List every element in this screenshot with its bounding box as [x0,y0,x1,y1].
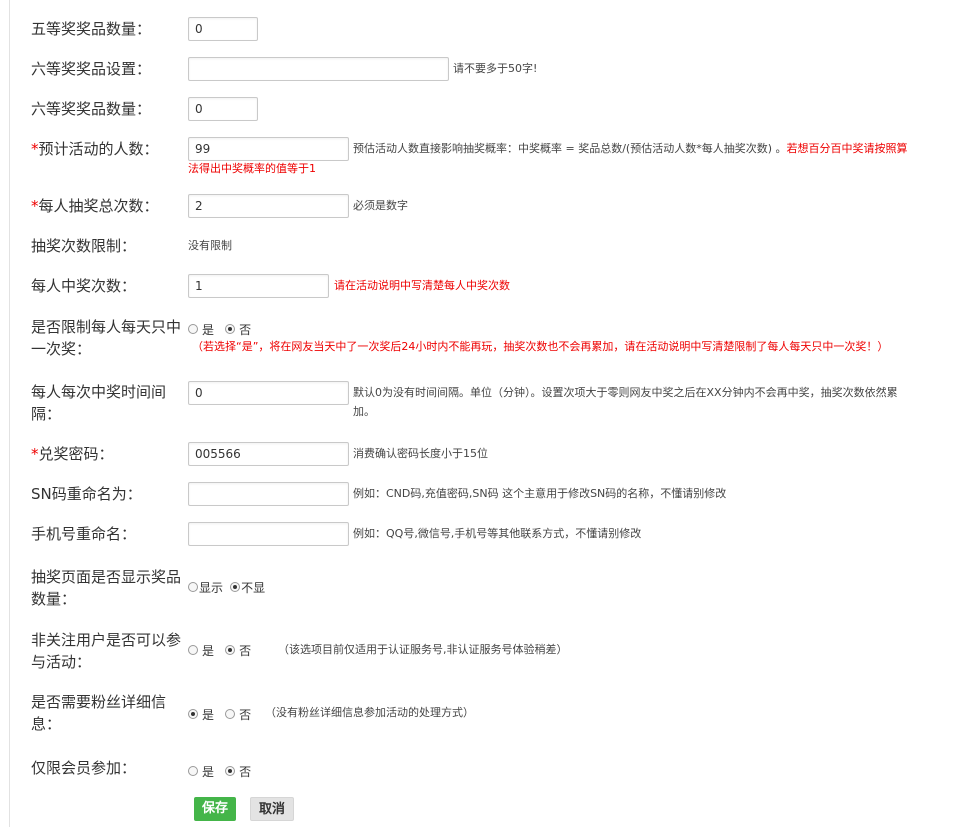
non-follower-yes-option[interactable]: 是 [188,642,214,659]
label-draws-per-person: *每人抽奖总次数： [31,195,191,217]
expected-participants-input[interactable] [188,137,349,161]
label-expected-participants: *预计活动的人数： [31,138,191,160]
sixth-prize-setting-input[interactable] [188,57,449,81]
fan-details-radio-group: 是 否 [188,704,251,723]
show-prize-qty-radio-group: 显示 不显 [188,577,265,596]
label-show-prize-qty: 抽奖页面是否显示奖品 数量： [31,566,191,610]
expected-participants-hint-text: 预估活动人数直接影响抽奖概率：中奖概率 = 奖品总数/(预估活动人数*每人抽奖次… [353,142,787,155]
label-daily-limit-line2: 一次奖： [31,340,92,358]
non-follower-hint: （该选项目前仅适用于认证服务号,非认证服务号体验稍差） [278,643,568,656]
sn-rename-input[interactable] [188,482,349,506]
daily-limit-no-label: 否 [239,322,252,337]
show-prize-qty-no-radio[interactable] [230,582,241,592]
daily-limit-yes-label: 是 [202,322,215,337]
redeem-password-input[interactable] [188,442,349,466]
non-follower-yes-radio[interactable] [188,645,198,655]
label-non-follower-line2: 与活动： [31,653,92,671]
fan-details-yes-option[interactable]: 是 [188,706,214,723]
phone-rename-hint: 例如：QQ号,微信号,手机号等其他联系方式，不懂请别修改 [353,527,642,540]
draw-limit-value: 没有限制 [188,239,232,252]
expected-participants-hint-red-2: 法得出中奖概率的值等于1 [188,162,316,175]
label-win-interval-line1: 每人每次中奖时间间 [31,383,167,401]
sn-rename-hint: 例如：CND码,充值密码,SN码 这个主意用于修改SN码的名称，不懂请别修改 [353,487,727,500]
members-only-yes-label: 是 [202,764,215,779]
fan-details-no-radio[interactable] [225,709,236,719]
draws-per-person-input[interactable] [188,194,349,218]
members-only-no-label: 否 [239,764,252,779]
members-only-no-radio[interactable] [225,766,236,776]
redeem-password-hint: 消费确认密码长度小于15位 [353,447,488,460]
label-daily-limit: 是否限制每人每天只中 一次奖： [31,316,201,360]
fan-details-yes-label: 是 [202,707,215,722]
label-sn-rename: SN码重命名为： [31,485,142,503]
non-follower-no-label: 否 [239,643,252,658]
label-sixth-prize-setting: 六等奖奖品设置： [31,60,152,78]
non-follower-no-radio[interactable] [225,645,236,655]
wins-per-person-input[interactable] [188,274,329,298]
label-members-only: 仅限会员参加： [31,759,137,777]
label-draw-limit: 抽奖次数限制： [31,237,137,255]
members-only-yes-radio[interactable] [188,766,198,776]
save-button[interactable]: 保存 [194,797,237,821]
label-win-interval: 每人每次中奖时间间 隔： [31,381,191,425]
label-phone-rename: 手机号重命名： [31,525,137,543]
daily-limit-hint: （若选择“是”，将在网友当天中了一次奖后24小时内不能再玩，抽奖次数也不会再累加… [192,340,889,353]
label-expected-participants-text: 预计活动的人数： [38,140,159,158]
cancel-button[interactable]: 取消 [250,797,295,821]
expected-participants-hint-red: 若想百分百中奖请按照算 [786,142,908,155]
show-prize-qty-yes-label: 显示 [199,580,224,595]
label-wins-per-person: 每人中奖次数： [31,277,137,295]
win-interval-hint-line1: 默认0为没有时间间隔。单位（分钟）。设置次项大于零则网友中奖之后在XX分钟内不会… [353,386,898,399]
label-show-prize-qty-line2: 数量： [31,590,77,608]
phone-rename-input[interactable] [188,522,349,546]
fan-details-hint: （没有粉丝详细信息参加活动的处理方式） [265,706,474,719]
fan-details-no-label: 否 [239,707,252,722]
daily-limit-yes-option[interactable]: 是 [188,321,214,338]
fan-details-no-option[interactable]: 否 [225,706,251,723]
label-fifth-prize-qty: 五等奖奖品数量： [31,20,152,38]
win-interval-input[interactable] [188,381,349,405]
draws-per-person-hint: 必须是数字 [353,199,408,212]
label-redeem-password-text: 兑奖密码： [38,445,114,463]
label-fan-details: 是否需要粉丝详细信 息： [31,691,191,735]
show-prize-qty-yes-radio[interactable] [188,582,198,592]
daily-limit-yes-radio[interactable] [188,324,198,334]
label-sixth-prize-qty: 六等奖奖品数量： [31,100,152,118]
members-only-yes-option[interactable]: 是 [188,763,214,780]
non-follower-yes-label: 是 [202,643,215,658]
show-prize-qty-no-option[interactable]: 不显 [230,579,265,596]
fan-details-yes-radio[interactable] [188,709,198,719]
members-only-no-option[interactable]: 否 [225,763,251,780]
members-only-radio-group: 是 否 [188,761,251,780]
label-redeem-password: *兑奖密码： [31,443,191,465]
daily-limit-no-option[interactable]: 否 [225,321,251,338]
label-show-prize-qty-line1: 抽奖页面是否显示奖品 [31,568,182,586]
required-star: * [31,197,39,215]
label-draws-per-person-text: 每人抽奖总次数： [38,197,159,215]
label-daily-limit-line1: 是否限制每人每天只中 [31,318,182,336]
label-fan-details-line1: 是否需要粉丝详细信 [31,693,167,711]
sixth-prize-setting-hint: 请不要多于50字! [453,62,538,75]
show-prize-qty-yes-option[interactable]: 显示 [188,579,223,596]
sixth-prize-qty-input[interactable] [188,97,258,121]
label-non-follower: 非关注用户是否可以参 与活动： [31,629,191,673]
required-star: * [31,140,39,158]
win-interval-hint-line2: 加。 [353,405,375,418]
required-star: * [31,445,39,463]
label-win-interval-line2: 隔： [31,405,62,423]
label-fan-details-line2: 息： [31,715,62,733]
non-follower-no-option[interactable]: 否 [225,642,251,659]
fifth-prize-qty-input[interactable] [188,17,258,41]
wins-per-person-hint: 请在活动说明中写清楚每人中奖次数 [334,279,510,292]
daily-limit-radio-group: 是 否 [188,319,251,338]
daily-limit-no-radio[interactable] [225,324,236,334]
label-non-follower-line1: 非关注用户是否可以参 [31,631,182,649]
show-prize-qty-no-label: 不显 [241,580,266,595]
left-border [9,0,10,827]
expected-participants-hint: 预估活动人数直接影响抽奖概率：中奖概率 = 奖品总数/(预估活动人数*每人抽奖次… [353,140,908,158]
non-follower-radio-group: 是 否 [188,640,251,659]
